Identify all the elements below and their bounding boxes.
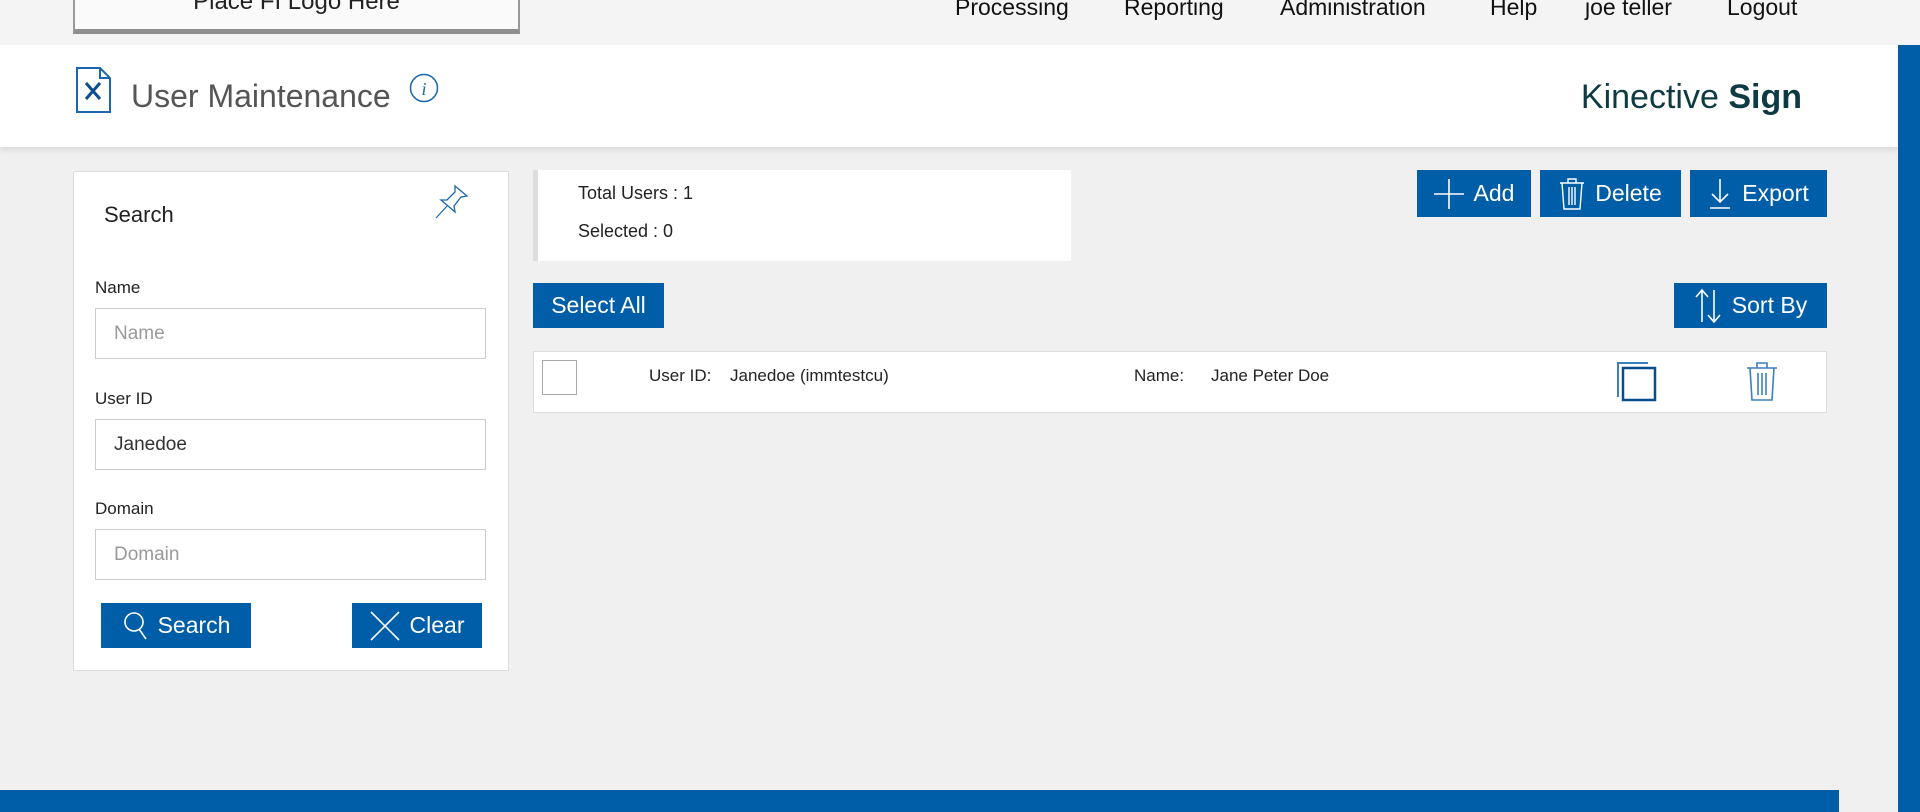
- add-label: Add: [1473, 180, 1515, 206]
- info-icon[interactable]: i: [409, 73, 439, 103]
- download-icon: [1710, 178, 1731, 209]
- document-tools-icon: [76, 67, 111, 113]
- scrollbar[interactable]: [1898, 45, 1920, 812]
- clear-button[interactable]: Clear: [352, 603, 482, 648]
- nav-administration[interactable]: Administration: [1280, 0, 1426, 21]
- nav-help[interactable]: Help: [1490, 0, 1537, 21]
- nav-user[interactable]: joe teller: [1585, 0, 1672, 21]
- sort-by-label: Sort By: [1731, 292, 1808, 318]
- delete-button[interactable]: Delete: [1540, 170, 1681, 217]
- search-button[interactable]: Search: [101, 603, 251, 648]
- search-icon: [123, 611, 147, 639]
- domain-input[interactable]: [95, 529, 486, 580]
- sort-by-button[interactable]: Sort By: [1674, 283, 1827, 328]
- summary-box: Total Users : 1 Selected : 0: [533, 170, 1071, 261]
- search-panel-title: Search: [104, 202, 174, 227]
- delete-label: Delete: [1595, 180, 1662, 206]
- name-label: Name:: [1134, 366, 1185, 385]
- name-value: Jane Peter Doe: [1211, 366, 1330, 385]
- logo: Place FI Logo Here: [73, 0, 520, 34]
- selected-count: Selected : 0: [578, 221, 674, 241]
- brand-light: Kinective: [1580, 78, 1719, 116]
- row-trash-icon[interactable]: [1745, 360, 1779, 402]
- plus-icon: [1433, 178, 1464, 209]
- pin-icon[interactable]: [435, 184, 469, 220]
- select-all-label: Select All: [551, 292, 646, 318]
- export-button[interactable]: Export: [1690, 170, 1827, 217]
- brand-bold: Sign: [1728, 78, 1802, 116]
- trash-icon: [1560, 177, 1585, 210]
- user-id-label: User ID: [95, 389, 153, 408]
- nav-processing[interactable]: Processing: [955, 0, 1069, 21]
- export-label: Export: [1742, 180, 1809, 206]
- nav-logout[interactable]: Logout: [1727, 0, 1797, 21]
- svg-text:i: i: [421, 79, 426, 99]
- page-title: User Maintenance: [131, 78, 391, 114]
- brand-logo: Kinective Sign: [1581, 78, 1802, 117]
- search-button-label: Search: [157, 612, 231, 638]
- sort-icon: [1695, 288, 1721, 323]
- user-row[interactable]: User ID: Janedoe (immtestcu) Name: Jane …: [533, 351, 1827, 413]
- user-id-label: User ID:: [649, 366, 712, 385]
- user-id-value: Janedoe (immtestcu): [730, 366, 889, 385]
- row-checkbox[interactable]: [542, 360, 577, 395]
- close-icon: [369, 610, 400, 641]
- select-all-button[interactable]: Select All: [533, 283, 664, 328]
- nav-reporting[interactable]: Reporting: [1124, 0, 1224, 21]
- search-panel: Search Name User ID Domain Search Clear: [73, 171, 509, 671]
- domain-label: Domain: [95, 499, 154, 518]
- clear-button-label: Clear: [409, 612, 465, 638]
- add-button[interactable]: Add: [1417, 170, 1531, 217]
- name-label: Name: [95, 278, 141, 297]
- footer-bar: [0, 790, 1839, 812]
- user-id-input[interactable]: [95, 419, 486, 470]
- name-input[interactable]: [95, 308, 486, 359]
- total-users: Total Users : 1: [578, 183, 694, 203]
- copy-icon[interactable]: [1616, 361, 1658, 403]
